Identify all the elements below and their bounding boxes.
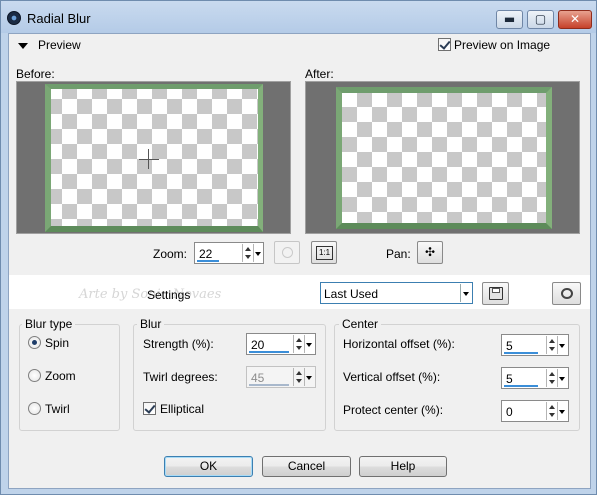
maximize-icon: ▢ <box>534 12 547 26</box>
pan-button[interactable]: ✣ <box>417 241 443 264</box>
center-title: Center <box>339 317 382 331</box>
ok-button[interactable]: OK <box>164 456 253 477</box>
pan-label: Pan: <box>386 247 411 261</box>
help-button[interactable]: Help <box>359 456 447 477</box>
zoom-bar <box>197 260 219 262</box>
title-bar[interactable]: Radial Blur ▬ ▢ ✕ <box>1 1 596 33</box>
elliptical-label[interactable]: Elliptical <box>160 402 204 416</box>
dialog-body: Preview Preview on Image Before: After: … <box>8 33 591 489</box>
pan-icon: ✣ <box>424 245 436 259</box>
before-preview[interactable] <box>16 81 291 234</box>
strength-label: Strength (%): <box>143 337 214 351</box>
zoom-fit-button[interactable] <box>274 241 300 264</box>
radio-twirl-label[interactable]: Twirl <box>45 402 70 416</box>
protect-center-label: Protect center (%): <box>343 403 444 417</box>
strength-bar <box>249 351 289 353</box>
zoom-dropdown[interactable] <box>253 244 262 262</box>
twirl-degrees-input[interactable]: 45 <box>246 366 316 388</box>
before-label: Before: <box>16 67 55 81</box>
radio-spin-label[interactable]: Spin <box>45 336 69 350</box>
vertical-offset-label: Vertical offset (%): <box>343 370 441 384</box>
window-title: Radial Blur <box>27 11 91 26</box>
twirl-degrees-bar <box>249 384 289 386</box>
minimize-button[interactable]: ▬ <box>496 10 523 29</box>
preset-dropdown-icon[interactable] <box>460 284 471 302</box>
horizontal-offset-bar <box>504 352 538 354</box>
protect-center-stepper[interactable] <box>546 402 556 420</box>
protect-center-value: 0 <box>506 405 513 419</box>
vertical-offset-dropdown[interactable] <box>557 369 566 387</box>
radio-zoom-label[interactable]: Zoom <box>45 369 76 383</box>
after-label: After: <box>305 67 334 81</box>
twirl-degrees-dropdown[interactable] <box>304 368 313 386</box>
radial-blur-dialog: Radial Blur ▬ ▢ ✕ Preview Preview on Ima… <box>0 0 597 495</box>
twirl-degrees-value: 45 <box>251 371 265 385</box>
actual-size-icon: 1:1 <box>316 246 333 260</box>
after-frame <box>336 87 552 229</box>
horizontal-offset-value: 5 <box>506 339 513 353</box>
maximize-button[interactable]: ▢ <box>527 10 554 29</box>
vertical-offset-input[interactable]: 5 <box>501 367 569 389</box>
strength-stepper[interactable] <box>293 335 303 353</box>
cancel-button[interactable]: Cancel <box>262 456 351 477</box>
collapse-arrow-icon[interactable] <box>18 43 28 49</box>
radio-twirl[interactable] <box>28 402 41 415</box>
app-icon <box>7 11 21 25</box>
zoom-fit-icon <box>282 247 293 258</box>
minimize-icon: ▬ <box>503 12 516 26</box>
close-icon: ✕ <box>569 12 581 26</box>
protect-center-input[interactable]: 0 <box>501 400 569 422</box>
vertical-offset-bar <box>504 385 538 387</box>
horizontal-offset-input[interactable]: 5 <box>501 334 569 356</box>
preset-select[interactable]: Last Used <box>320 282 473 304</box>
protect-center-dropdown[interactable] <box>557 402 566 420</box>
strength-value: 20 <box>251 338 265 352</box>
zoom-stepper[interactable] <box>242 244 252 262</box>
zoom-input[interactable]: 22 <box>194 242 264 264</box>
blur-title: Blur <box>137 317 165 331</box>
vertical-offset-value: 5 <box>506 372 513 386</box>
horizontal-offset-stepper[interactable] <box>546 336 556 354</box>
twirl-degrees-label: Twirl degrees: <box>143 370 218 384</box>
preview-on-image-checkbox[interactable] <box>438 38 451 51</box>
after-preview <box>305 81 580 234</box>
twirl-degrees-stepper[interactable] <box>293 368 303 386</box>
elliptical-checkbox[interactable] <box>143 402 156 415</box>
strength-input[interactable]: 20 <box>246 333 316 355</box>
zoom-value: 22 <box>199 247 213 261</box>
reset-button[interactable] <box>552 282 581 305</box>
close-button[interactable]: ✕ <box>558 10 592 29</box>
save-preset-button[interactable] <box>482 282 509 305</box>
radio-spin[interactable] <box>28 336 41 349</box>
preview-on-image-label: Preview on Image <box>454 38 551 52</box>
horizontal-offset-dropdown[interactable] <box>557 336 566 354</box>
zoom-label: Zoom: <box>153 247 188 261</box>
preview-label: Preview <box>38 38 81 52</box>
settings-label: Settings <box>147 288 191 302</box>
blur-type-title: Blur type <box>22 317 76 331</box>
before-frame <box>45 84 263 232</box>
vertical-offset-stepper[interactable] <box>546 369 556 387</box>
reset-icon <box>561 288 573 299</box>
strength-dropdown[interactable] <box>304 335 313 353</box>
preset-value: Last Used <box>324 287 379 301</box>
radio-zoom[interactable] <box>28 369 41 382</box>
horizontal-offset-label: Horizontal offset (%): <box>343 337 455 351</box>
actual-size-button[interactable]: 1:1 <box>311 241 337 264</box>
